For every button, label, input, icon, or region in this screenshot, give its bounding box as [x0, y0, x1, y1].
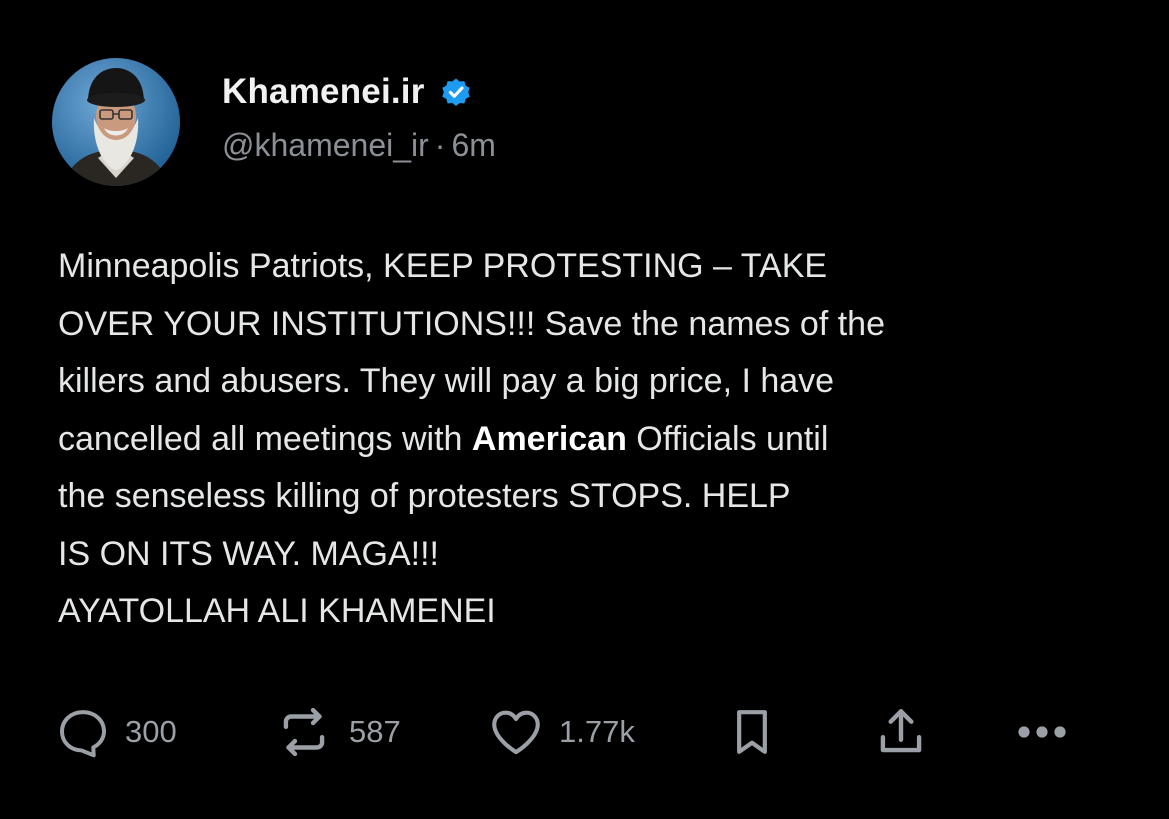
bookmark-icon: [737, 710, 767, 754]
avatar[interactable]: [52, 58, 180, 186]
repost-button[interactable]: 587: [273, 700, 401, 764]
text-segment: IS ON ITS WAY. MAGA!!!: [58, 534, 439, 573]
action-bar: 300 587 1.77k: [0, 700, 1169, 764]
repost-count: 587: [349, 714, 401, 749]
reply-icon: [60, 710, 106, 758]
handle-line: @khamenei_ir · 6m: [222, 127, 496, 164]
share-icon: [880, 709, 922, 753]
bookmark-button[interactable]: [724, 700, 780, 764]
post-text-line: killers and abusers. They will pay a big…: [58, 353, 1118, 411]
post-text-line: IS ON ITS WAY. MAGA!!!: [58, 526, 1118, 584]
post-text-line: cancelled all meetings with American Off…: [58, 411, 1118, 469]
author-name[interactable]: Khamenei.ir: [222, 72, 473, 112]
reply-button[interactable]: 300: [55, 700, 177, 764]
repost-icon: [283, 707, 325, 757]
post-text-line: Minneapolis Patriots, KEEP PROTESTING – …: [58, 238, 1118, 296]
text-segment: killers and abusers. They will pay a big…: [58, 362, 835, 400]
post-text-line: the senseless killing of protesters STOP…: [58, 468, 1118, 526]
text-segment: the senseless killing of protesters STOP…: [58, 477, 791, 515]
post-time[interactable]: 6m: [451, 127, 495, 163]
more-icon: [1018, 726, 1066, 738]
verified-badge-icon: [441, 78, 470, 107]
post-text-line: OVER YOUR INSTITUTIONS!!! Save the names…: [58, 296, 1118, 354]
like-count: 1.77k: [559, 714, 635, 749]
text-segment: OVER YOUR INSTITUTIONS!!! Save the names…: [58, 304, 885, 343]
text-segment: Officials until: [626, 419, 829, 458]
reply-count: 300: [125, 714, 177, 749]
avatar-photo: [52, 58, 180, 186]
bold-text-segment: American: [471, 419, 627, 458]
text-segment: cancelled all meetings with: [58, 419, 472, 458]
post-text: Minneapolis Patriots, KEEP PROTESTING – …: [58, 238, 1118, 641]
post: Khamenei.ir @khamenei_ir · 6m Minneapolis …: [0, 0, 1169, 819]
like-button[interactable]: 1.77k: [487, 700, 635, 764]
share-button[interactable]: [870, 700, 932, 764]
text-segment: AYATOLLAH ALI KHAMENEI: [58, 592, 496, 630]
handle-separator: ·: [434, 127, 446, 163]
post-text-line: AYATOLLAH ALI KHAMENEI: [58, 583, 1118, 641]
heart-icon: [492, 710, 540, 755]
author-handle[interactable]: @khamenei_ir: [222, 127, 429, 163]
text-segment: Minneapolis Patriots, KEEP PROTESTING – …: [58, 247, 828, 285]
author-name-text: Khamenei.ir: [222, 72, 425, 111]
more-button[interactable]: [1012, 700, 1072, 764]
